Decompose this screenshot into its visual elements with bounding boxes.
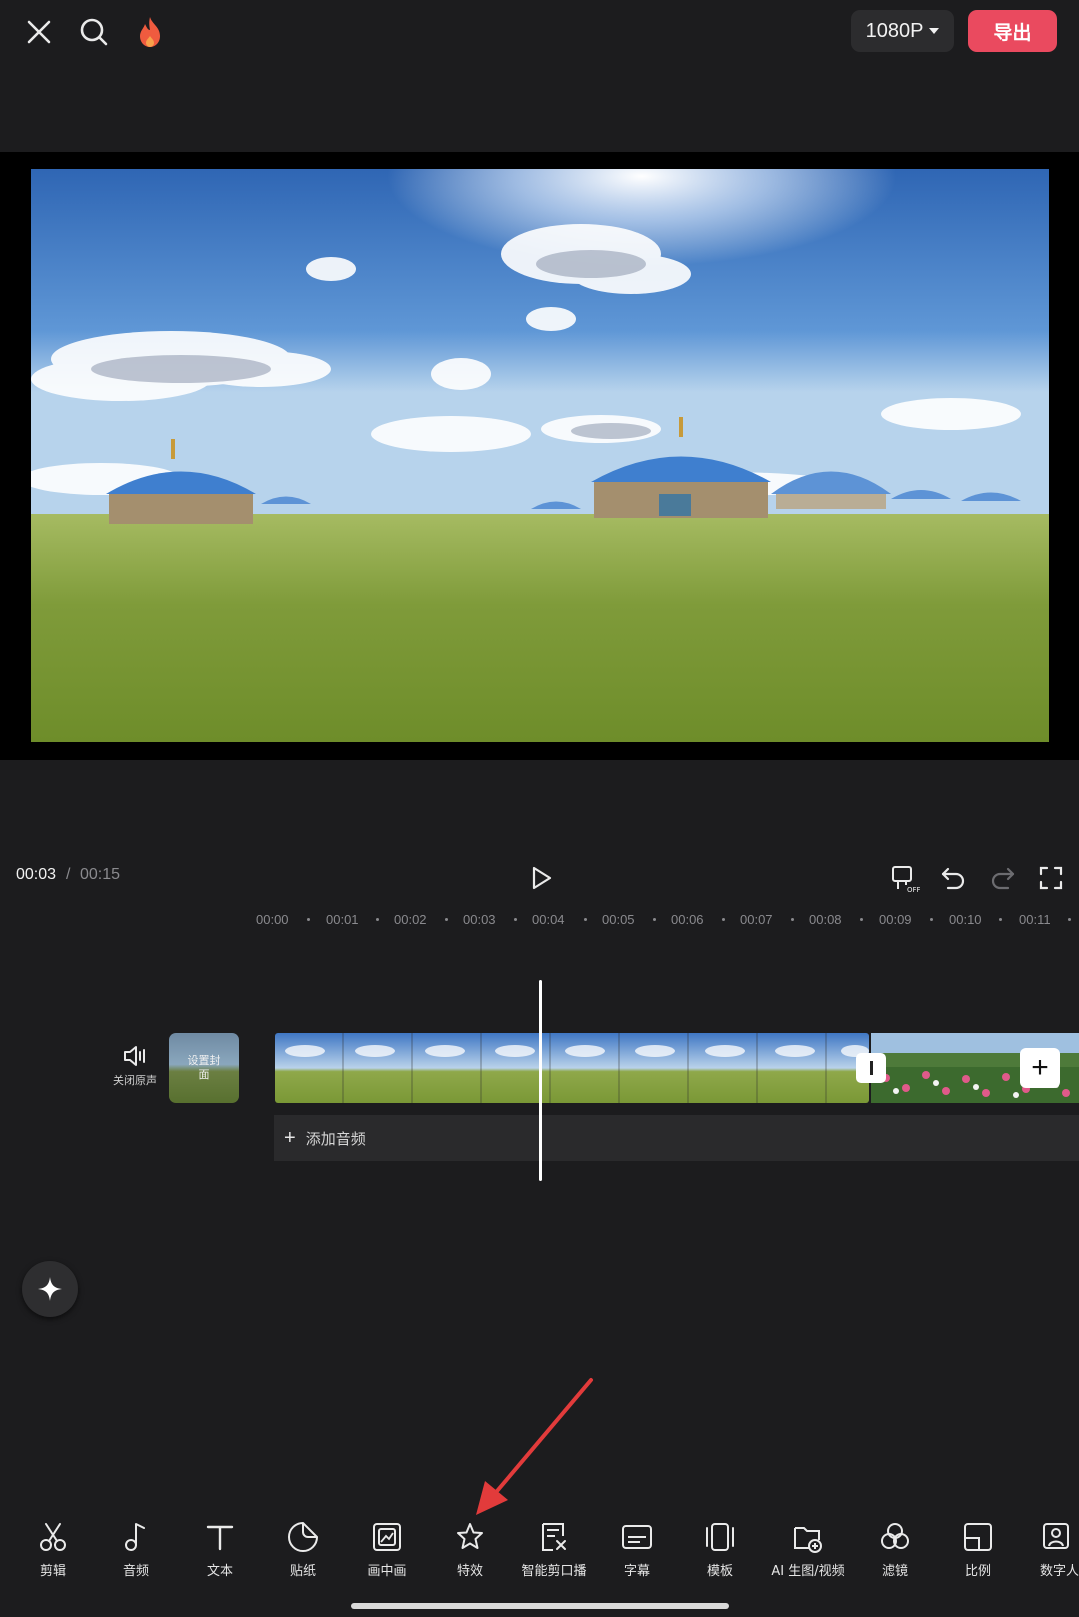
tool-template[interactable]: 模板 (702, 1520, 738, 1582)
tool-filter[interactable]: 滤镜 (877, 1520, 913, 1582)
transition-icon (869, 1061, 873, 1075)
ruler-tick: 00:04 (532, 912, 565, 927)
ruler-tick: 00:05 (602, 912, 635, 927)
redo-icon[interactable] (987, 862, 1019, 894)
play-button[interactable] (525, 862, 557, 894)
picture-in-picture-icon (373, 1523, 401, 1551)
ruler-dot (791, 918, 794, 921)
tool-label: 文本 (206, 1564, 233, 1579)
tool-sticker[interactable]: 贴纸 (285, 1520, 321, 1582)
smart-edit-icon (542, 1523, 566, 1551)
filter-icon (881, 1523, 909, 1549)
ruler-tick: 00:03 (463, 912, 496, 927)
subtitle-icon (622, 1525, 652, 1549)
export-button[interactable]: 导出 (968, 10, 1057, 52)
add-clip-button[interactable]: + (1020, 1048, 1060, 1088)
ruler-tick: 00:07 (740, 912, 773, 927)
time-separator: / (66, 866, 71, 883)
transition-button[interactable] (856, 1053, 886, 1083)
tool-label: 音频 (122, 1564, 149, 1579)
top-bar: 1080P 导出 (0, 0, 1079, 64)
ai-assistant-button[interactable] (22, 1261, 78, 1317)
ruler-tick: 00:00 (256, 912, 289, 927)
set-cover-button[interactable]: 设置封面 (169, 1033, 239, 1103)
ruler-dot (307, 918, 310, 921)
ai-generate-icon (794, 1527, 822, 1553)
flame-icon[interactable] (130, 12, 170, 52)
ruler-dot (376, 918, 379, 921)
ruler-tick: 00:02 (394, 912, 427, 927)
ruler-dot (445, 918, 448, 921)
tool-label: 智能剪口播 (521, 1564, 587, 1579)
ruler-dot (1068, 918, 1071, 921)
tool-ai-generate[interactable]: AI 生图/视频 (766, 1520, 850, 1582)
fullscreen-icon[interactable] (1035, 862, 1067, 894)
tool-pip[interactable]: 画中画 (363, 1520, 411, 1582)
svg-text:OFF: OFF (907, 886, 920, 893)
ruler-tick: 00:09 (879, 912, 912, 927)
tool-text[interactable]: 文本 (202, 1520, 238, 1582)
text-icon (206, 1525, 234, 1551)
add-audio-label: 添加音频 (305, 1129, 366, 1148)
ruler-dot (514, 918, 517, 921)
caret-down-icon (929, 28, 940, 34)
ruler-tick: 00:11 (1019, 912, 1051, 927)
plus-icon: + (284, 1126, 296, 1149)
tool-label: 模板 (706, 1564, 733, 1579)
video-preview[interactable] (0, 152, 1079, 760)
total-time: 00:15 (80, 866, 121, 883)
add-audio-track[interactable]: + 添加音频 (274, 1115, 1079, 1161)
tool-ratio[interactable]: 比例 (960, 1520, 996, 1582)
tool-label: 滤镜 (881, 1564, 908, 1579)
ruler-tick: 00:08 (809, 912, 842, 927)
speaker-icon (124, 1046, 145, 1066)
cover-label: 设置封面 (187, 1054, 221, 1081)
music-note-icon (125, 1523, 145, 1551)
resolution-label: 1080P (865, 19, 924, 42)
digital-human-icon (1043, 1523, 1069, 1549)
tool-digital-human[interactable]: 数字人 (1040, 1520, 1079, 1582)
tool-label: 数字人 (1040, 1564, 1079, 1579)
sticker-icon (288, 1522, 318, 1552)
ruler-dot (930, 918, 933, 921)
home-indicator (351, 1603, 729, 1609)
tool-subtitle[interactable]: 字幕 (619, 1520, 655, 1582)
tool-smart-edit[interactable]: 智能剪口播 (516, 1520, 592, 1582)
keyframe-off-icon[interactable]: OFF (889, 862, 921, 894)
ruler-dot (653, 918, 656, 921)
mute-original-audio-button[interactable]: 关闭原声 (108, 1044, 162, 1090)
tool-cut[interactable]: 剪辑 (35, 1520, 71, 1582)
current-time: 00:03 (16, 866, 57, 883)
search-icon[interactable] (74, 12, 114, 52)
tool-label: AI 生图/视频 (771, 1564, 845, 1579)
ruler-dot (999, 918, 1002, 921)
resolution-button[interactable]: 1080P (851, 10, 954, 52)
ruler-tick: 00:06 (671, 912, 704, 927)
tool-label: 画中画 (367, 1564, 407, 1579)
ruler-dot (860, 918, 863, 921)
tool-label: 比例 (964, 1564, 991, 1579)
scissors-icon (40, 1523, 66, 1551)
ratio-icon (964, 1523, 992, 1551)
close-icon[interactable] (19, 12, 59, 52)
mute-label: 关闭原声 (113, 1074, 157, 1087)
ruler-dot (584, 918, 587, 921)
tool-label: 贴纸 (289, 1564, 316, 1579)
star-effect-icon (457, 1523, 483, 1549)
tool-effects[interactable]: 特效 (452, 1520, 488, 1582)
ruler-tick: 00:10 (949, 912, 982, 927)
tool-label: 特效 (456, 1564, 483, 1579)
tool-label: 剪辑 (39, 1564, 66, 1579)
preview-frame (31, 169, 1049, 742)
template-icon (706, 1523, 734, 1551)
undo-icon[interactable] (937, 862, 969, 894)
video-clip-grassland[interactable] (275, 1033, 869, 1103)
tool-audio[interactable]: 音频 (118, 1520, 154, 1582)
playhead[interactable] (539, 980, 542, 1181)
ruler-dot (722, 918, 725, 921)
tool-label: 字幕 (623, 1564, 650, 1579)
sparkle-icon (38, 1277, 62, 1301)
ruler-tick: 00:01 (326, 912, 359, 927)
